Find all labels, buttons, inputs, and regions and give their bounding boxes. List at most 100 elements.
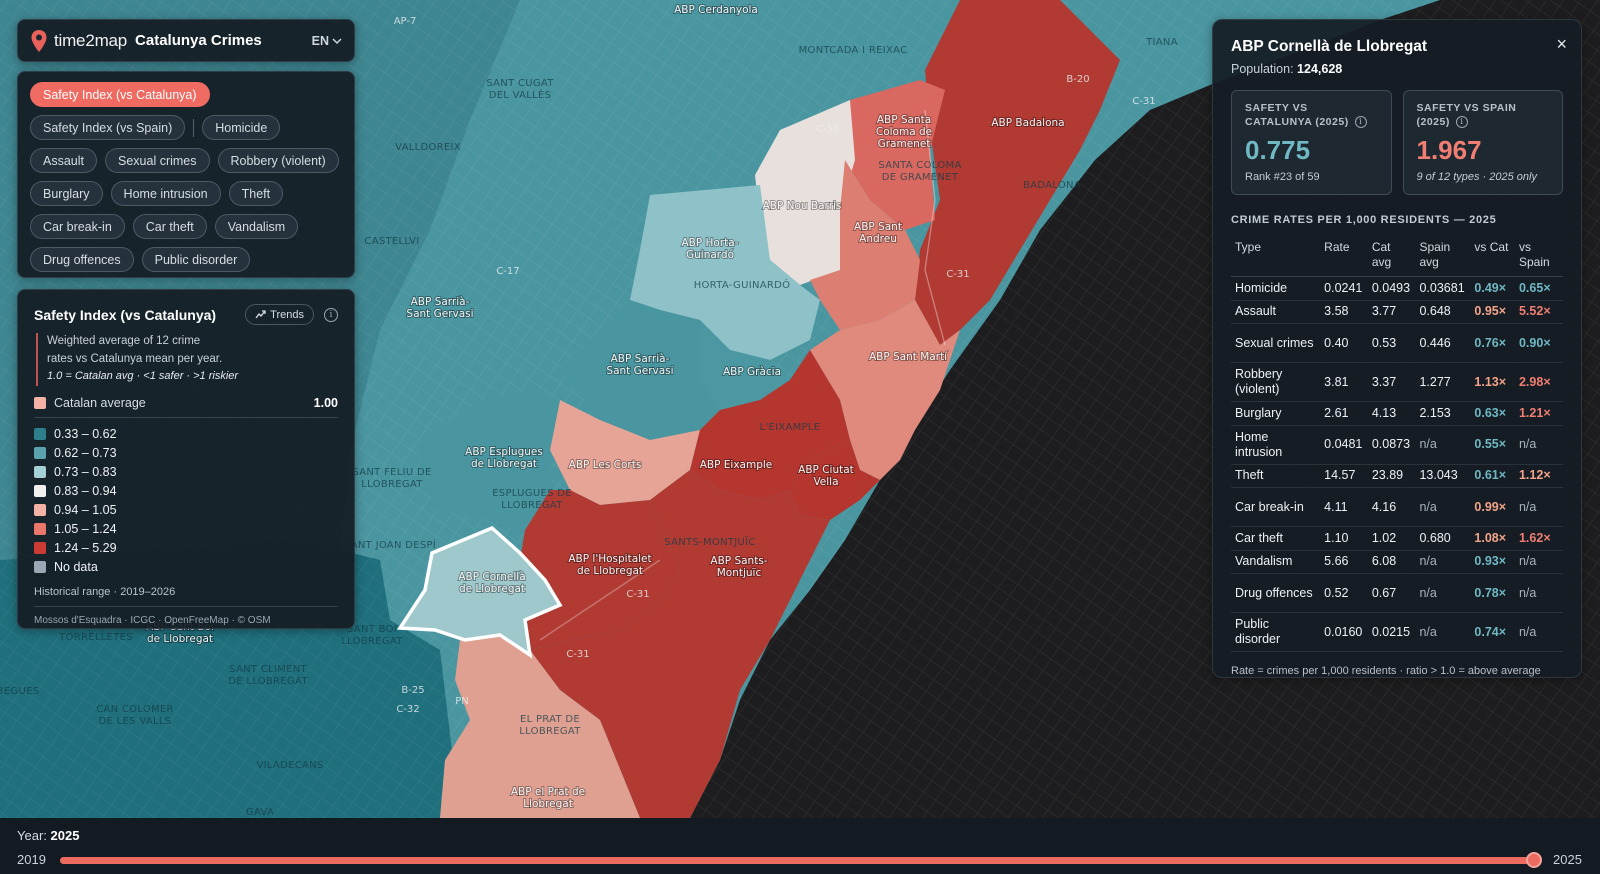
place-label: TORRELLETES	[58, 632, 133, 643]
table-row[interactable]: Drug offences 0.52 0.67 n/a 0.78× n/a	[1231, 573, 1563, 613]
brand-name[interactable]: time2map	[54, 31, 127, 51]
legend-swatch	[34, 523, 46, 535]
table-row[interactable]: Assault 3.58 3.77 0.648 0.95× 5.52×	[1231, 300, 1563, 324]
info-icon[interactable]: i	[1354, 116, 1367, 129]
close-icon[interactable]: ×	[1556, 34, 1567, 55]
road-label: C-32	[396, 704, 419, 715]
table-column-header: Rate	[1320, 237, 1368, 277]
road-label: B-20	[1066, 74, 1089, 85]
place-label: CAN COLOMER DE LES VALLS	[96, 704, 174, 727]
legend-bin: No data	[34, 558, 338, 577]
table-cell: 4.11	[1320, 487, 1368, 527]
table-cell: Sexual crimes	[1231, 323, 1321, 363]
area-label: ABP Sarrià-Sant Gervasi	[406, 296, 473, 320]
table-cell: 0.40	[1320, 323, 1368, 363]
table-cell: 0.680	[1415, 526, 1471, 551]
table-row[interactable]: Public disorder 0.0160 0.0215 n/a 0.74× n/a	[1231, 612, 1563, 652]
chip-vandalism[interactable]: Vandalism	[214, 214, 299, 239]
table-cell: Car theft	[1231, 526, 1321, 551]
chip-divider	[193, 118, 195, 137]
population-row: Population: 124,628	[1231, 62, 1563, 76]
road-label: C-31	[1132, 96, 1155, 107]
chip-burglary[interactable]: Burglary	[30, 181, 103, 206]
legend-bin-label: 0.94 – 1.05	[54, 503, 117, 517]
table-cell: 1.08×	[1470, 526, 1515, 551]
historical-range: Historical range · 2019–2026	[34, 585, 176, 598]
table-row[interactable]: Sexual crimes 0.40 0.53 0.446 0.76× 0.90×	[1231, 323, 1563, 363]
year-slider-thumb[interactable]	[1526, 852, 1542, 868]
table-cell: 14.57	[1320, 464, 1368, 488]
road-label: C-31	[626, 589, 649, 600]
table-row[interactable]: Robbery (violent) 3.81 3.37 1.277 1.13× 2.98×	[1231, 362, 1563, 402]
table-header-row: Type Rate Cat avg Spain avg vs Cat vs Spain	[1231, 237, 1563, 277]
legend-bin-label: 0.33 – 0.62	[54, 427, 117, 441]
place-label: ESPLUGUES DE LLOBREGAT	[492, 488, 572, 511]
area-label: ABP Les Corts	[569, 459, 642, 471]
table-cell: n/a	[1415, 425, 1471, 465]
chip-safety-index-catalunya[interactable]: Safety Index (vs Catalunya)	[30, 82, 210, 107]
legend-bin-label: 0.83 – 0.94	[54, 484, 117, 498]
metric-selector: Safety Index (vs Catalunya) Safety Index…	[17, 71, 355, 278]
table-cell: 1.277	[1415, 362, 1471, 402]
legend-swatch	[34, 447, 46, 459]
table-cell: 0.67	[1367, 573, 1416, 613]
legend-bin: 0.94 – 1.05	[34, 501, 338, 520]
table-row[interactable]: Vandalism 5.66 6.08 n/a 0.93× n/a	[1231, 550, 1563, 574]
road-label: AP-7	[394, 16, 417, 27]
language-selector[interactable]: EN	[312, 34, 342, 48]
chip-drug-offences[interactable]: Drug offences	[30, 247, 134, 272]
area-detail-panel: × ABP Cornellà de Llobregat Population: …	[1212, 19, 1582, 678]
area-label: ABP Eixample	[700, 459, 773, 471]
chip-homicide[interactable]: Homicide	[202, 115, 281, 140]
table-cell: 13.043	[1415, 464, 1471, 488]
legend-title: Safety Index (vs Catalunya)	[34, 306, 217, 323]
section-title: CRIME RATES PER 1,000 RESIDENTS — 2025	[1231, 214, 1497, 226]
legend-bins: 0.33 – 0.62 0.62 – 0.73 0.73 – 0.83 0.83 – …	[34, 425, 338, 577]
table-cell: Theft	[1231, 464, 1321, 488]
table-row[interactable]: Homicide 0.0241 0.0493 0.03681 0.49× 0.65×	[1231, 276, 1563, 301]
trends-button[interactable]: Trends	[245, 304, 314, 325]
chip-home-intrusion[interactable]: Home intrusion	[110, 181, 221, 206]
chip-sexual-crimes[interactable]: Sexual crimes	[105, 148, 210, 173]
chip-robbery-violent[interactable]: Robbery (violent)	[217, 148, 339, 173]
chip-car-theft[interactable]: Car theft	[132, 214, 207, 239]
info-icon[interactable]: i	[324, 307, 338, 322]
chip-theft[interactable]: Theft	[228, 181, 284, 206]
table-row[interactable]: Home intrusion 0.0481 0.0873 n/a 0.55× n/a	[1231, 425, 1563, 465]
table-row[interactable]: Car theft 1.10 1.02 0.680 1.08× 1.62×	[1231, 526, 1563, 551]
chip-assault[interactable]: Assault	[30, 148, 97, 173]
area-title: ABP Cornellà de Llobregat	[1231, 38, 1428, 55]
table-row[interactable]: Car break-in 4.11 4.16 n/a 0.99× n/a	[1231, 487, 1563, 527]
table-cell: 1.12×	[1514, 464, 1563, 488]
table-cell: Drug offences	[1231, 573, 1321, 613]
chip-public-disorder[interactable]: Public disorder	[141, 247, 251, 272]
table-cell: n/a	[1514, 612, 1563, 652]
legend-description-line1: Weighted average of 12 crime	[47, 335, 201, 347]
table-cell: Homicide	[1231, 276, 1321, 301]
table-row[interactable]: Theft 14.57 23.89 13.043 0.61× 1.12×	[1231, 464, 1563, 488]
timeline-start-label: 2019	[17, 852, 46, 867]
table-cell: 1.62×	[1514, 526, 1563, 551]
table-cell: 0.55×	[1470, 425, 1515, 465]
place-label: HORTA-GUINARDÓ	[694, 278, 791, 291]
chip-safety-index-spain[interactable]: Safety Index (vs Spain)	[30, 115, 186, 140]
legend-bin-label: 1.05 – 1.24	[54, 522, 117, 536]
table-cell: 4.16	[1367, 487, 1416, 527]
legend-swatch	[34, 485, 46, 497]
table-row[interactable]: Burglary 2.61 4.13 2.153 0.63× 1.21×	[1231, 401, 1563, 426]
area-label: ABP Cornellà de Llobregat	[458, 571, 525, 595]
info-icon[interactable]: i	[1455, 116, 1468, 129]
place-label: SANTA COLOMA DE GRAMENET	[878, 160, 961, 183]
table-cell: 1.02	[1367, 526, 1416, 551]
table-footnote: Rate = crimes per 1,000 residents · rati…	[1231, 665, 1541, 677]
safety-vs-catalunya-card: SAFETY VS CATALUNYA (2025) i 0.775 Rank #…	[1231, 90, 1392, 195]
rank-text: Rank #23 of 59	[1245, 171, 1320, 183]
area-label: ABP Santa Coloma de Gramenet	[876, 114, 932, 150]
population-label: Population:	[1231, 62, 1294, 76]
table-cell: n/a	[1415, 487, 1471, 527]
area-label: ABP l'Hospitalet de Llobregat	[568, 553, 651, 577]
legend-bin-label: 0.73 – 0.83	[54, 465, 117, 479]
chip-car-break-in[interactable]: Car break-in	[30, 214, 125, 239]
year-slider-track[interactable]	[60, 852, 1542, 868]
table-cell: 3.81	[1320, 362, 1368, 402]
